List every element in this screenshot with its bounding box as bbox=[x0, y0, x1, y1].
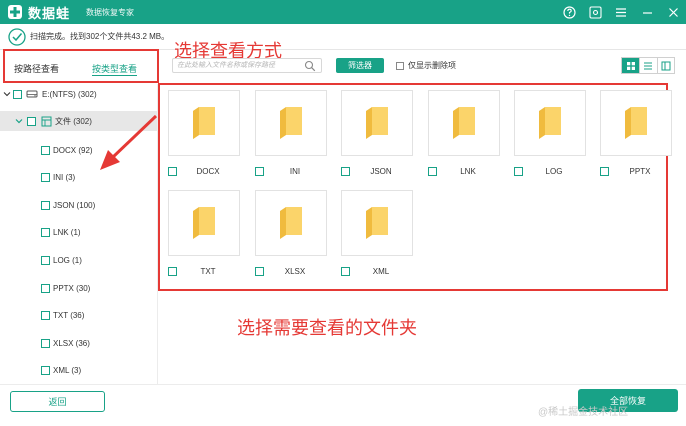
folder-icon bbox=[366, 207, 388, 239]
folder-label: XLSX bbox=[284, 267, 306, 276]
folder-tile-ini[interactable] bbox=[255, 90, 327, 156]
tree-checkbox[interactable] bbox=[41, 255, 50, 265]
scan-complete-icon bbox=[8, 27, 26, 46]
tree-item-json[interactable]: JSON (100) bbox=[0, 195, 157, 215]
tree-item-label: JSON (100) bbox=[53, 200, 96, 210]
tree-item-label: XLSX (36) bbox=[53, 338, 90, 348]
show-deleted-only-checkbox[interactable] bbox=[396, 61, 404, 70]
folder-icon bbox=[193, 107, 215, 139]
app-logo-icon bbox=[6, 3, 24, 21]
folder-icon bbox=[280, 207, 302, 239]
folder-tile-pptx[interactable] bbox=[600, 90, 672, 156]
tree-checkbox[interactable] bbox=[41, 310, 50, 320]
tree-checkbox[interactable] bbox=[41, 283, 50, 293]
show-deleted-only-toggle[interactable]: 仅显示删除项 bbox=[396, 60, 456, 71]
tree-checkbox[interactable] bbox=[41, 365, 50, 375]
folder-icon bbox=[193, 207, 215, 239]
folder-tile-lnk[interactable] bbox=[428, 90, 500, 156]
minimize-icon[interactable] bbox=[640, 5, 654, 19]
tree-item-label: TXT (36) bbox=[53, 310, 85, 320]
tree-item-drive[interactable]: E:(NTFS) (302) bbox=[0, 84, 157, 104]
app-name: 数据蛙 bbox=[28, 5, 71, 21]
annotation-choose-folder-label: 选择需要查看的文件夹 bbox=[237, 318, 417, 339]
search-icon[interactable] bbox=[304, 60, 316, 72]
tree-checkbox[interactable] bbox=[41, 172, 50, 182]
watermark-text: @稀土掘金技术社区 bbox=[538, 407, 629, 418]
folder-tile-docx[interactable] bbox=[168, 90, 240, 156]
filter-button[interactable]: 筛选器 bbox=[336, 58, 384, 73]
footer-divider bbox=[0, 384, 686, 385]
folder-icon bbox=[625, 107, 647, 139]
tree-checkbox[interactable] bbox=[41, 338, 50, 348]
tree-item-label: 文件 (302) bbox=[55, 116, 92, 126]
folder-label: LNK bbox=[460, 167, 476, 176]
app-subtitle: 数据恢复专家 bbox=[86, 7, 135, 17]
annotation-arrow-icon bbox=[100, 114, 158, 170]
tree-item-txt[interactable]: TXT (36) bbox=[0, 305, 157, 325]
chevron-down-icon[interactable] bbox=[2, 90, 12, 98]
tree-checkbox[interactable] bbox=[41, 145, 50, 155]
scan-status-text: 扫描完成。找到302个文件共43.2 MB。 bbox=[30, 32, 170, 41]
folder-tile-txt[interactable] bbox=[168, 190, 240, 256]
folder-label: JSON bbox=[370, 167, 392, 176]
tree-item-label: E:(NTFS) (302) bbox=[42, 89, 97, 99]
close-icon[interactable] bbox=[666, 5, 680, 19]
tree-item-label: XML (3) bbox=[53, 365, 82, 375]
folder-icon bbox=[280, 107, 302, 139]
folder-icon bbox=[539, 107, 561, 139]
view-mode-switcher bbox=[621, 57, 675, 74]
annotation-view-mode-box bbox=[3, 49, 159, 83]
drive-icon bbox=[25, 89, 39, 99]
title-bar: 数据蛙 数据恢复专家 bbox=[0, 0, 686, 24]
tree-item-label: PPTX (30) bbox=[53, 283, 91, 293]
show-deleted-only-label: 仅显示删除项 bbox=[408, 61, 456, 70]
folder-icon bbox=[453, 107, 475, 139]
help-icon[interactable] bbox=[562, 5, 576, 19]
tree-item-label: DOCX (92) bbox=[53, 145, 93, 155]
grid-view-icon[interactable] bbox=[622, 58, 640, 73]
tree-checkbox[interactable] bbox=[41, 227, 50, 237]
tree-checkbox[interactable] bbox=[27, 116, 36, 126]
tree-checkbox[interactable] bbox=[13, 89, 22, 99]
tree-item-label: LNK (1) bbox=[53, 227, 81, 237]
folder-tile-json[interactable] bbox=[341, 90, 413, 156]
folder-tile-xml[interactable] bbox=[341, 190, 413, 256]
settings-icon[interactable] bbox=[588, 5, 602, 19]
tree-item-label: LOG (1) bbox=[53, 255, 82, 265]
folder-label: PPTX bbox=[629, 167, 651, 176]
tree-item-pptx[interactable]: PPTX (30) bbox=[0, 278, 157, 298]
folder-label: INI bbox=[289, 167, 301, 176]
folder-label: DOCX bbox=[196, 167, 220, 176]
window-controls bbox=[562, 0, 680, 24]
menu-icon[interactable] bbox=[614, 5, 628, 19]
folder-icon bbox=[366, 107, 388, 139]
app-window: 数据蛙 数据恢复专家 扫描完成。找到302个文件共43.2 MB。 按路径查看 … bbox=[0, 0, 686, 426]
list-view-icon[interactable] bbox=[639, 58, 656, 73]
chevron-down-icon[interactable] bbox=[14, 117, 24, 125]
detail-view-icon[interactable] bbox=[656, 58, 674, 73]
folder-label: TXT bbox=[200, 267, 216, 276]
scan-status-bar: 扫描完成。找到302个文件共43.2 MB。 bbox=[0, 24, 686, 50]
tree-item-label: INI (3) bbox=[53, 172, 76, 182]
file-type-icon bbox=[39, 116, 53, 127]
tree-item-log[interactable]: LOG (1) bbox=[0, 250, 157, 270]
search-box[interactable] bbox=[172, 58, 322, 73]
tree-checkbox[interactable] bbox=[41, 200, 50, 210]
tree-item-xlsx[interactable]: XLSX (36) bbox=[0, 333, 157, 353]
tree-item-xml[interactable]: XML (3) bbox=[0, 360, 157, 380]
folder-tile-xlsx[interactable] bbox=[255, 190, 327, 256]
back-button[interactable]: 返回 bbox=[10, 391, 105, 412]
folder-label: LOG bbox=[545, 167, 563, 176]
folder-label: XML bbox=[372, 267, 390, 276]
search-input[interactable] bbox=[173, 59, 301, 72]
folder-tile-log[interactable] bbox=[514, 90, 586, 156]
tree-item-lnk[interactable]: LNK (1) bbox=[0, 222, 157, 242]
